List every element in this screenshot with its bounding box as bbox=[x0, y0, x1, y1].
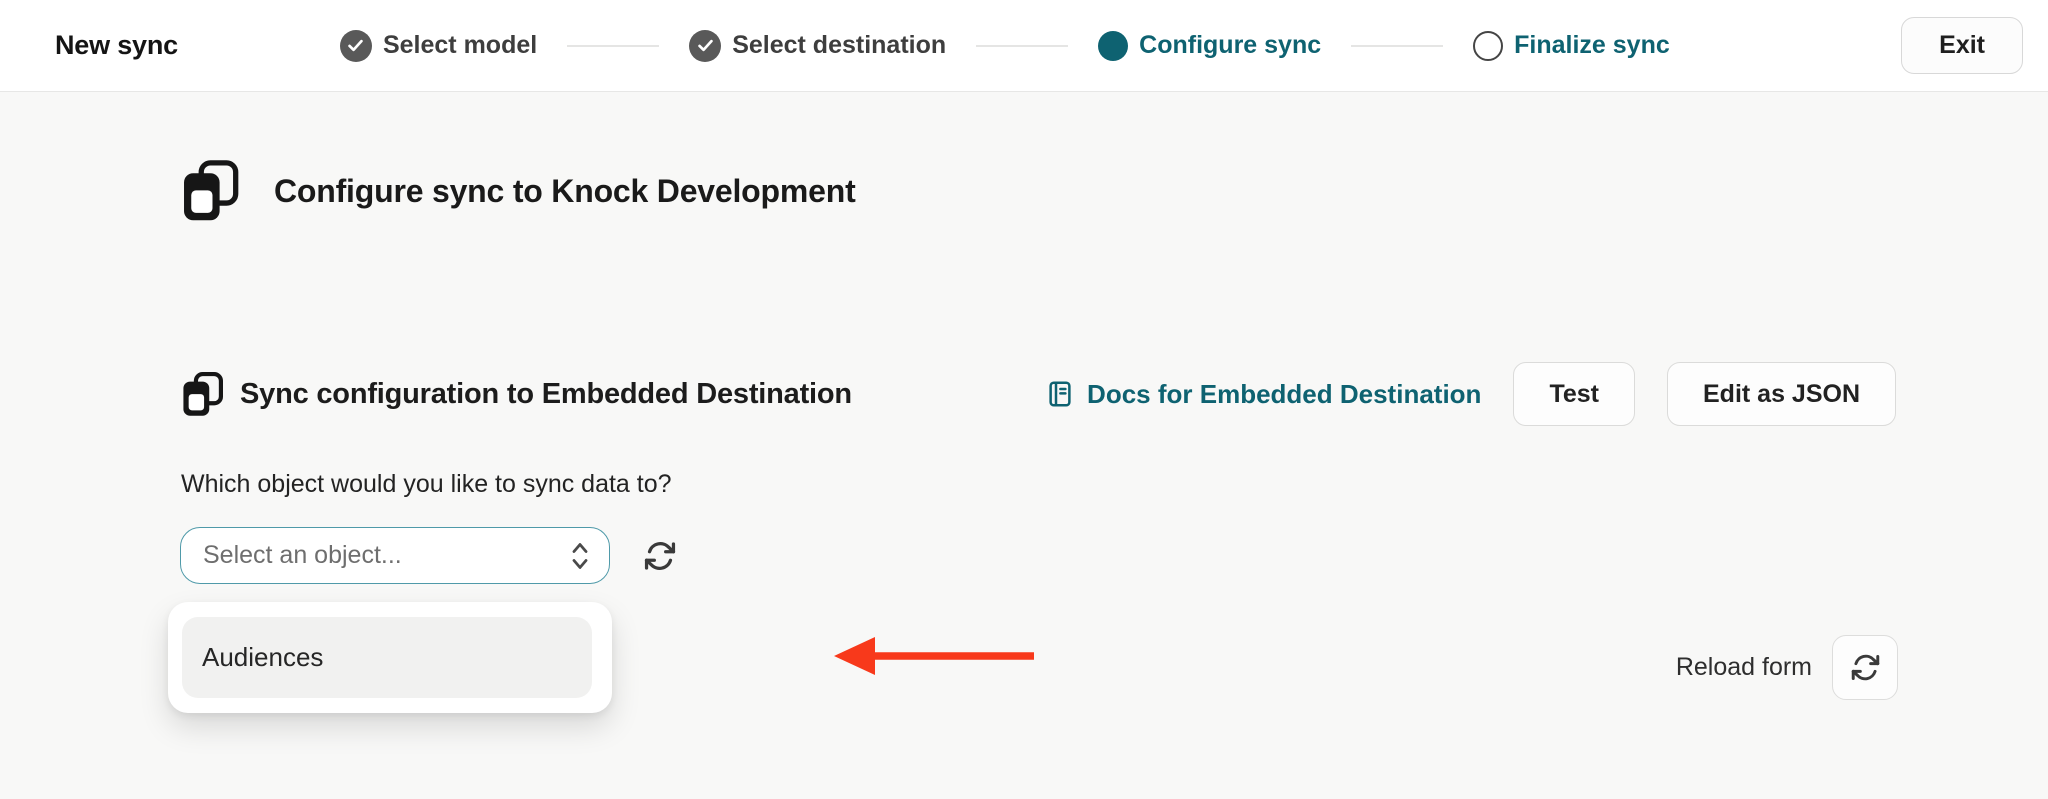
step-label: Finalize sync bbox=[1514, 31, 1670, 59]
page-heading: Configure sync to Knock Development bbox=[274, 172, 856, 209]
wizard-stepper: Select model Select destination Configur… bbox=[339, 29, 1670, 62]
step-label: Configure sync bbox=[1139, 31, 1322, 59]
step-connector bbox=[1351, 44, 1444, 47]
dropdown-option-audiences[interactable]: Audiences bbox=[182, 617, 592, 698]
check-icon bbox=[339, 29, 372, 62]
destination-icon bbox=[182, 371, 224, 417]
step-connector bbox=[567, 44, 660, 47]
upcoming-step-circle-icon bbox=[1473, 30, 1504, 61]
page-title: New sync bbox=[55, 30, 178, 60]
refresh-icon bbox=[1850, 652, 1881, 683]
section-title-group: Sync configuration to Embedded Destinati… bbox=[182, 371, 852, 417]
dropdown-option-label: Audiences bbox=[202, 642, 324, 672]
reload-form-group: Reload form bbox=[1676, 635, 1898, 700]
step-configure-sync[interactable]: Configure sync bbox=[1098, 30, 1322, 61]
sync-configuration-section-header: Sync configuration to Embedded Destinati… bbox=[182, 362, 1896, 426]
active-step-dot-icon bbox=[1098, 30, 1129, 61]
step-select-destination[interactable]: Select destination bbox=[689, 29, 947, 62]
object-question-label: Which object would you like to sync data… bbox=[181, 470, 672, 498]
chevron-up-down-icon bbox=[569, 541, 591, 571]
refresh-objects-button[interactable] bbox=[642, 538, 678, 574]
step-connector bbox=[976, 44, 1069, 47]
test-button[interactable]: Test bbox=[1513, 362, 1635, 426]
step-select-model[interactable]: Select model bbox=[339, 29, 538, 62]
reload-form-button[interactable] bbox=[1832, 635, 1898, 700]
step-finalize-sync[interactable]: Finalize sync bbox=[1473, 30, 1670, 61]
step-label: Select destination bbox=[732, 31, 947, 59]
wizard-header: New sync Select model Select destination bbox=[0, 0, 2048, 92]
annotation-arrow-icon bbox=[832, 634, 1038, 678]
page-heading-row: Configure sync to Knock Development bbox=[182, 160, 856, 222]
refresh-icon bbox=[643, 539, 677, 573]
section-actions: Docs for Embedded Destination Test Edit … bbox=[1045, 362, 1896, 426]
edit-as-json-button[interactable]: Edit as JSON bbox=[1667, 362, 1896, 426]
section-title: Sync configuration to Embedded Destinati… bbox=[240, 377, 852, 410]
step-label: Select model bbox=[382, 31, 538, 59]
book-icon bbox=[1045, 379, 1075, 409]
reload-form-label: Reload form bbox=[1675, 653, 1812, 681]
object-select-dropdown: Audiences bbox=[168, 602, 612, 713]
docs-link[interactable]: Docs for Embedded Destination bbox=[1045, 379, 1481, 410]
check-icon bbox=[689, 29, 722, 62]
new-sync-page: New sync Select model Select destination bbox=[0, 0, 2048, 799]
select-placeholder: Select an object... bbox=[203, 541, 402, 569]
exit-button[interactable]: Exit bbox=[1901, 17, 2023, 74]
destination-icon bbox=[182, 160, 240, 222]
docs-link-label: Docs for Embedded Destination bbox=[1087, 378, 1482, 409]
object-select-input[interactable]: Select an object... bbox=[180, 527, 610, 584]
